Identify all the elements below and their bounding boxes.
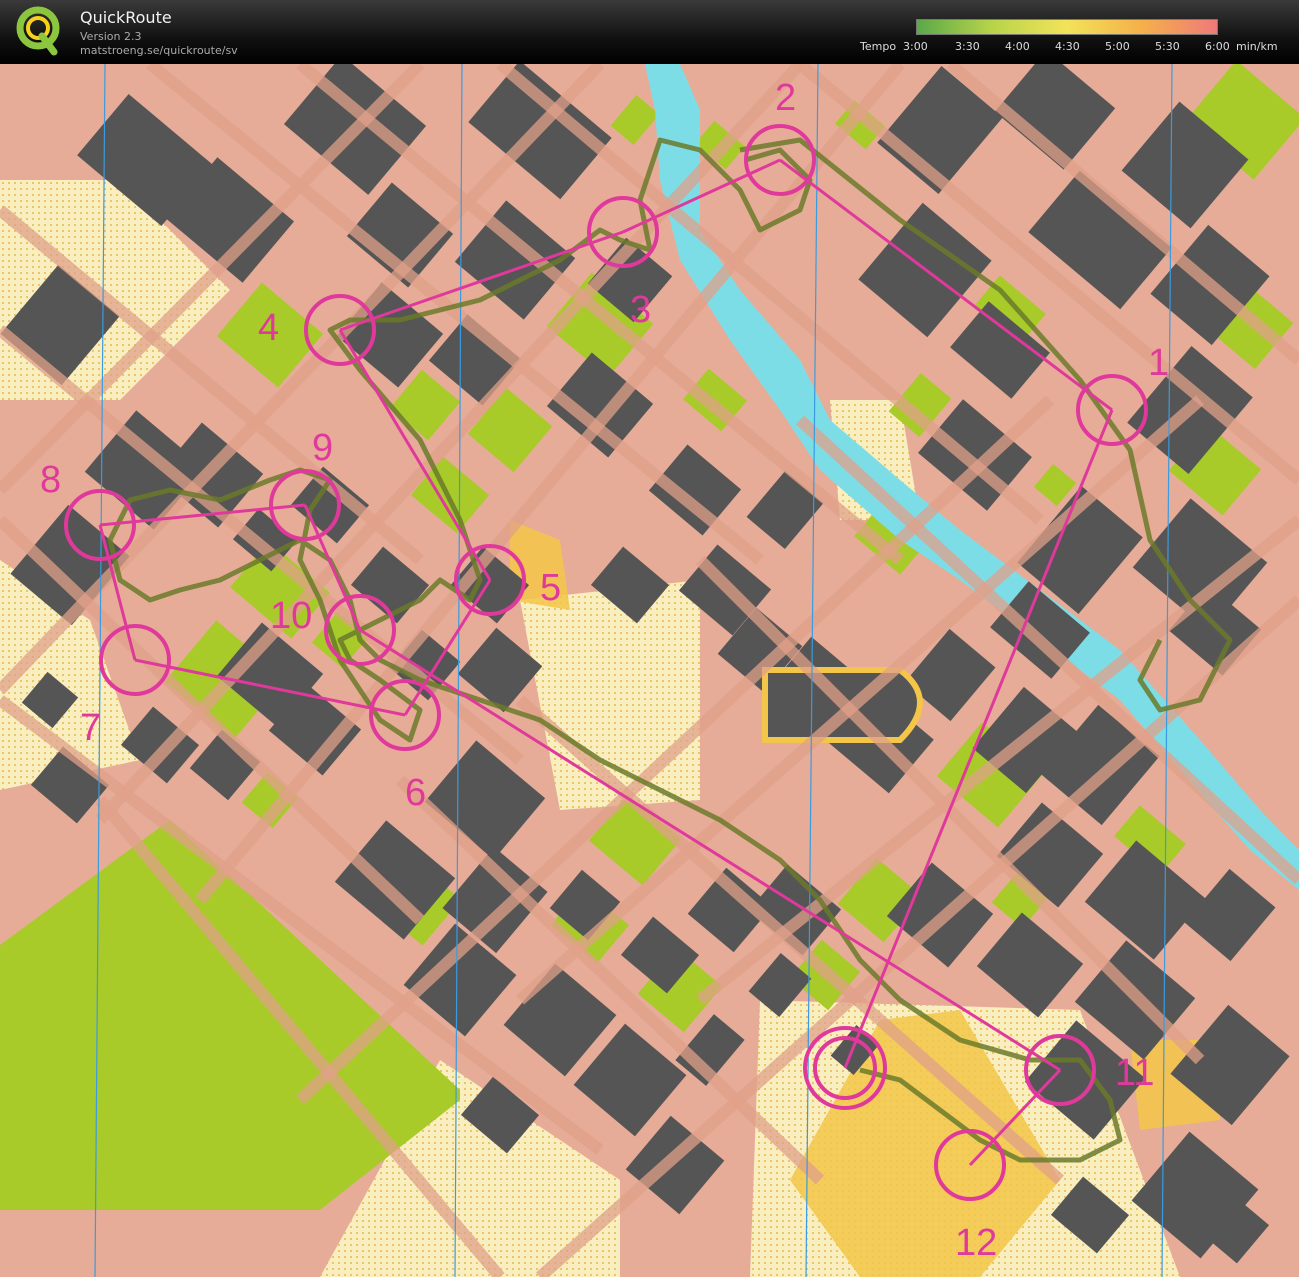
tempo-tick: 3:30 xyxy=(955,40,980,53)
app-version: Version 2.3 xyxy=(80,30,142,43)
control-number-label: 6 xyxy=(405,772,426,814)
control-number-label: 10 xyxy=(270,595,312,637)
tempo-tick: 6:00 xyxy=(1205,40,1230,53)
tempo-tick: 3:00 xyxy=(903,40,928,53)
app-url: matstroeng.se/quickroute/sv xyxy=(80,44,238,57)
control-number-label: 5 xyxy=(540,567,561,609)
tempo-color-scale xyxy=(916,19,1218,35)
app-title: QuickRoute xyxy=(80,8,172,27)
control-number-label: 4 xyxy=(258,307,279,349)
quickroute-logo-icon xyxy=(16,6,60,56)
control-number-label: 11 xyxy=(1115,1052,1154,1094)
tempo-tick: 5:30 xyxy=(1155,40,1180,53)
tempo-tick: 4:00 xyxy=(1005,40,1030,53)
control-number-label: 9 xyxy=(312,427,333,469)
control-number-label: 12 xyxy=(955,1222,997,1264)
tempo-tick: 4:30 xyxy=(1055,40,1080,53)
tempo-label: Tempo xyxy=(860,40,897,53)
tempo-unit: min/km xyxy=(1236,40,1278,53)
tempo-tick: 5:00 xyxy=(1105,40,1130,53)
control-number-label: 3 xyxy=(630,289,651,331)
control-number-label: 7 xyxy=(80,707,101,749)
control-number-label: 8 xyxy=(40,459,61,501)
orienteering-map[interactable]: 1 2 3 4 5 6 7 8 9 10 11 12 xyxy=(0,64,1299,1277)
control-number-label: 2 xyxy=(775,77,796,119)
control-number-label: 1 xyxy=(1148,342,1169,384)
tempo-legend: Tempo 3:00 3:30 4:00 4:30 5:00 5:30 6:00… xyxy=(860,40,1290,56)
app-header: QuickRoute Version 2.3 matstroeng.se/qui… xyxy=(0,0,1299,64)
map-canvas[interactable]: 123456789101112 xyxy=(0,64,1299,1277)
